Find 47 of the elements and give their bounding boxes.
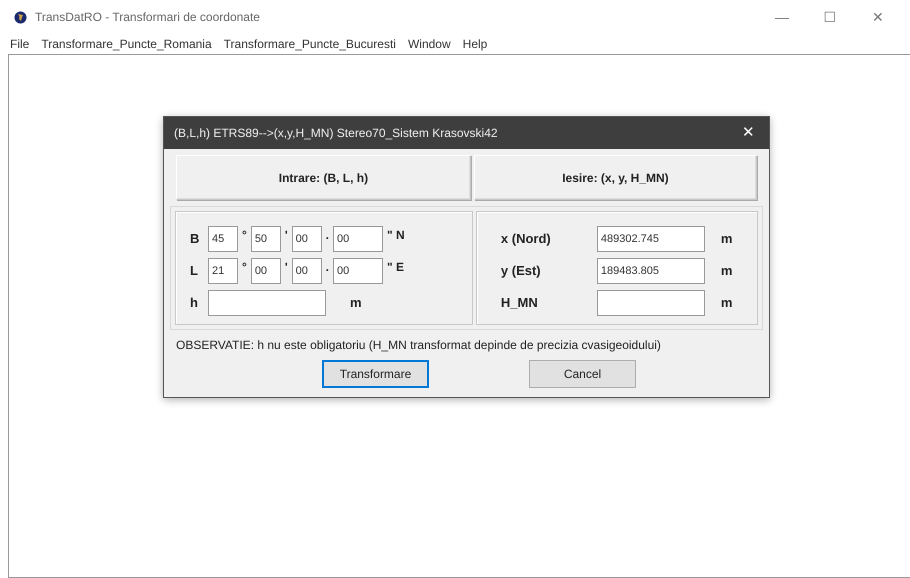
separator-text: " N: [387, 227, 405, 244]
menu-item[interactable]: Transformare_Puncte_Romania: [35, 35, 218, 53]
output-field[interactable]: 489302.745: [596, 226, 705, 252]
column-header: Iesire: (x, y, H_MN): [474, 155, 757, 200]
input-field[interactable]: 00: [292, 258, 322, 284]
field-label: B: [190, 230, 200, 248]
unit-label: m: [350, 294, 362, 312]
field-label: H_MN: [500, 294, 539, 312]
input-field[interactable]: 00: [292, 226, 322, 252]
minimize-button[interactable]: —: [758, 6, 806, 28]
separator-text: .: [326, 259, 330, 276]
input-field[interactable]: 00: [250, 258, 281, 284]
separator-text: ': [284, 259, 288, 276]
unit-label: m: [720, 230, 732, 248]
separator-text: .: [326, 227, 330, 244]
column-header: Intrare: (B, L, h): [176, 155, 471, 200]
menu-item[interactable]: Help: [456, 35, 494, 53]
maximize-button[interactable]: ☐: [806, 6, 854, 28]
note-text: OBSERVATIE: h nu este obligatoriu (H_MN transformat depinde de precizia cvasigeoidului): [176, 337, 662, 354]
output-field[interactable]: 189483.805: [596, 258, 705, 284]
dialog-button[interactable]: Transformare: [322, 360, 429, 388]
separator-text: " E: [387, 259, 404, 276]
input-field[interactable]: [208, 290, 326, 316]
unit-label: m: [720, 294, 732, 312]
field-label: x (Nord): [500, 230, 552, 248]
menu-item[interactable]: Transformare_Puncte_Bucuresti: [218, 35, 402, 53]
dialog-title: (B,L,h) ETRS89-->(x,y,H_MN) Stereo70_Sistem Krasovski42: [174, 125, 498, 142]
globe-icon: [14, 10, 27, 24]
menu-item[interactable]: File: [4, 35, 36, 53]
window-title: TransDatRO - Transformari de coordonate: [35, 9, 260, 26]
close-button[interactable]: ✕: [854, 6, 902, 28]
field-label: y (Est): [500, 262, 542, 280]
input-field[interactable]: 50: [250, 226, 281, 252]
input-field[interactable]: 00: [333, 226, 384, 252]
menu-item[interactable]: Window: [402, 35, 457, 53]
dialog-button[interactable]: Cancel: [529, 360, 636, 388]
close-button[interactable]: ✕: [736, 120, 761, 146]
field-label: L: [190, 262, 199, 280]
field-label: h: [190, 294, 199, 312]
input-field[interactable]: 45: [208, 226, 238, 252]
input-field[interactable]: 21: [208, 258, 238, 284]
separator-text: ': [284, 227, 288, 244]
separator-text: °: [242, 259, 247, 276]
unit-label: m: [720, 262, 732, 280]
output-field[interactable]: [596, 290, 705, 316]
input-field[interactable]: 00: [333, 258, 384, 284]
separator-text: °: [242, 227, 247, 244]
